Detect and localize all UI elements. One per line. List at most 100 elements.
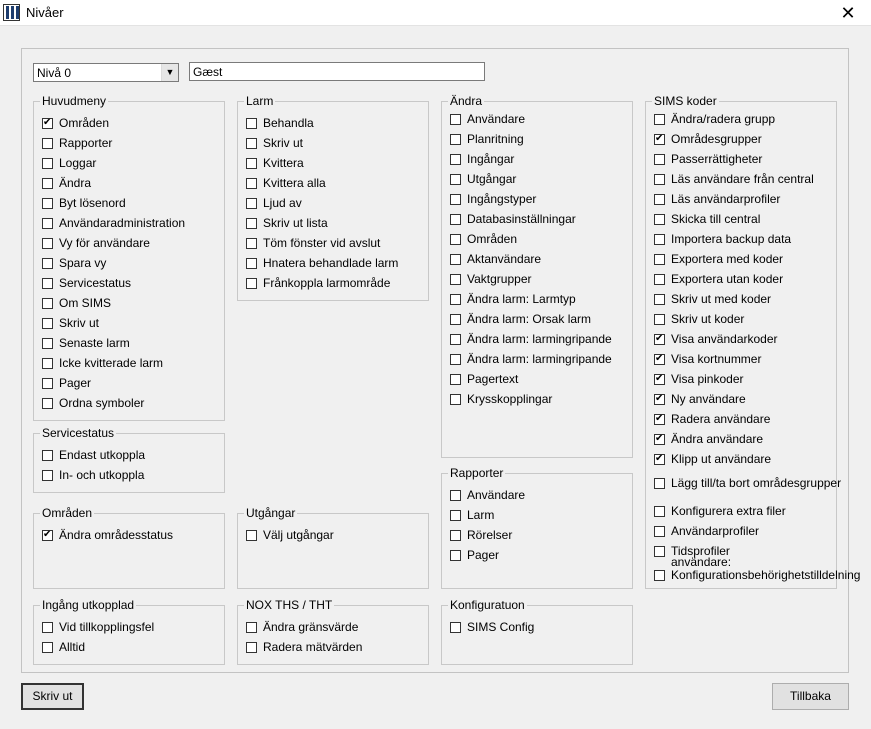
- checkbox-row[interactable]: Importera backup data: [654, 232, 791, 246]
- checkbox-row[interactable]: Töm fönster vid avslut: [246, 236, 380, 250]
- checkbox-row[interactable]: SIMS Config: [450, 620, 534, 634]
- checkbox-row[interactable]: Skriv ut med koder: [654, 292, 771, 306]
- checkbox[interactable]: [42, 237, 53, 249]
- checkbox[interactable]: [246, 137, 257, 149]
- checkbox[interactable]: [246, 641, 257, 653]
- checkbox[interactable]: [42, 337, 53, 349]
- checkbox[interactable]: [654, 233, 665, 245]
- checkbox[interactable]: [654, 412, 665, 426]
- checkbox[interactable]: [42, 257, 53, 269]
- checkbox[interactable]: [42, 357, 53, 369]
- checkbox-row[interactable]: Läs användare från central: [654, 172, 814, 186]
- checkbox-row[interactable]: Frånkoppla larmområde: [246, 276, 390, 290]
- checkbox-row[interactable]: Ändra: [42, 176, 91, 190]
- checkbox-row[interactable]: Ändra gränsvärde: [246, 620, 358, 634]
- checkbox[interactable]: [42, 297, 53, 309]
- checkbox-row[interactable]: Ändra larm: Larmtyp: [450, 292, 576, 306]
- checkbox-row[interactable]: Vid tillkopplingsfel: [42, 620, 154, 634]
- checkbox[interactable]: [450, 313, 461, 325]
- checkbox[interactable]: [42, 469, 53, 481]
- checkbox-row[interactable]: Exportera med koder: [654, 252, 783, 266]
- checkbox-row[interactable]: Larm: [450, 508, 494, 522]
- checkbox[interactable]: [246, 237, 257, 249]
- checkbox[interactable]: [450, 393, 461, 405]
- checkbox[interactable]: [654, 273, 665, 285]
- checkbox-row[interactable]: Områden: [42, 116, 109, 130]
- checkbox-row[interactable]: Ingångstyper: [450, 192, 536, 206]
- checkbox-row[interactable]: Servicestatus: [42, 276, 131, 290]
- checkbox-row[interactable]: In- och utkoppla: [42, 468, 144, 482]
- checkbox-row[interactable]: Kvittera: [246, 156, 304, 170]
- checkbox-row[interactable]: Konfigurera extra filer: [654, 504, 786, 518]
- checkbox[interactable]: [42, 116, 53, 130]
- checkbox-row[interactable]: Ljud av: [246, 196, 302, 210]
- checkbox[interactable]: [654, 313, 665, 325]
- checkbox[interactable]: [42, 137, 53, 149]
- checkbox[interactable]: [654, 477, 665, 489]
- checkbox-row[interactable]: Endast utkoppla: [42, 448, 145, 462]
- checkbox[interactable]: [42, 528, 53, 542]
- checkbox[interactable]: [450, 133, 461, 145]
- checkbox[interactable]: [246, 529, 257, 541]
- checkbox-row[interactable]: Ändra larm: larmingripande: [450, 352, 612, 366]
- checkbox-row[interactable]: Loggar: [42, 156, 96, 170]
- checkbox[interactable]: [246, 197, 257, 209]
- checkbox-row[interactable]: Ny användare: [654, 392, 746, 406]
- checkbox-row[interactable]: Vy för användare: [42, 236, 150, 250]
- checkbox[interactable]: [654, 173, 665, 185]
- checkbox-row[interactable]: Krysskopplingar: [450, 392, 552, 406]
- checkbox-row[interactable]: Pager: [450, 548, 499, 562]
- checkbox[interactable]: [246, 177, 257, 189]
- checkbox[interactable]: [450, 193, 461, 205]
- checkbox[interactable]: [246, 157, 257, 169]
- level-select[interactable]: Nivå 0 ▼: [33, 63, 179, 82]
- checkbox[interactable]: [246, 257, 257, 269]
- checkbox[interactable]: [42, 449, 53, 461]
- checkbox[interactable]: [450, 253, 461, 265]
- checkbox[interactable]: [654, 193, 665, 205]
- checkbox-row[interactable]: Radera användare: [654, 412, 770, 426]
- checkbox-row[interactable]: Områden: [450, 232, 517, 246]
- checkbox[interactable]: [654, 569, 665, 581]
- checkbox-row[interactable]: Tidsprofiler: [654, 544, 730, 558]
- checkbox[interactable]: [450, 113, 461, 125]
- checkbox-row[interactable]: Planritning: [450, 132, 524, 146]
- checkbox[interactable]: [42, 177, 53, 189]
- checkbox[interactable]: [246, 117, 257, 129]
- checkbox-row[interactable]: Byt lösenord: [42, 196, 126, 210]
- checkbox-row[interactable]: Passerrättigheter: [654, 152, 762, 166]
- checkbox[interactable]: [42, 277, 53, 289]
- print-button[interactable]: Skriv ut: [21, 683, 84, 710]
- checkbox[interactable]: [42, 397, 53, 409]
- checkbox-row[interactable]: Alltid: [42, 640, 85, 654]
- checkbox-row[interactable]: Användarprofiler: [654, 524, 759, 538]
- checkbox[interactable]: [654, 132, 665, 146]
- checkbox[interactable]: [450, 529, 461, 541]
- checkbox-row[interactable]: Vaktgrupper: [450, 272, 531, 286]
- level-name-input[interactable]: Gæst: [189, 62, 485, 81]
- checkbox[interactable]: [654, 432, 665, 446]
- checkbox[interactable]: [450, 373, 461, 385]
- checkbox[interactable]: [450, 173, 461, 185]
- checkbox[interactable]: [246, 621, 257, 633]
- checkbox[interactable]: [450, 213, 461, 225]
- checkbox-row[interactable]: Skriv ut lista: [246, 216, 328, 230]
- checkbox[interactable]: [450, 509, 461, 521]
- checkbox-row[interactable]: Behandla: [246, 116, 314, 130]
- chevron-down-icon[interactable]: ▼: [161, 64, 178, 81]
- back-button[interactable]: Tillbaka: [772, 683, 849, 710]
- checkbox[interactable]: [42, 197, 53, 209]
- checkbox-row[interactable]: Pagertext: [450, 372, 518, 386]
- checkbox[interactable]: [42, 377, 53, 389]
- checkbox[interactable]: [654, 392, 665, 406]
- checkbox-row[interactable]: Användaradministration: [42, 216, 185, 230]
- checkbox-row[interactable]: Ordna symboler: [42, 396, 144, 410]
- checkbox[interactable]: [654, 153, 665, 165]
- checkbox[interactable]: [450, 273, 461, 285]
- checkbox-row[interactable]: Senaste larm: [42, 336, 130, 350]
- checkbox[interactable]: [654, 253, 665, 265]
- checkbox[interactable]: [42, 621, 53, 633]
- checkbox-row[interactable]: Ändra/radera grupp: [654, 112, 775, 126]
- checkbox[interactable]: [450, 489, 461, 501]
- checkbox[interactable]: [654, 293, 665, 305]
